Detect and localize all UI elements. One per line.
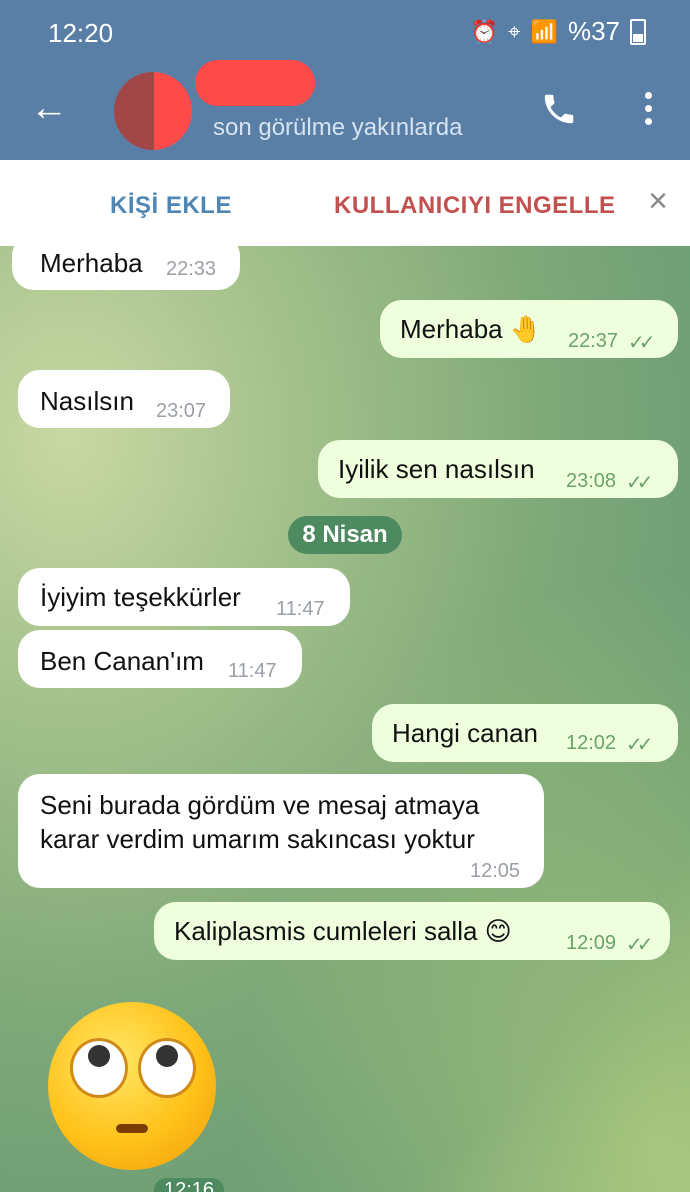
message-bubble-in[interactable]: İyiyim teşekkürler 11:47 xyxy=(18,568,350,626)
wifi-icon: 📶 xyxy=(530,18,558,44)
contact-action-bar: KİŞİ EKLE KULLANICIYI ENGELLE × xyxy=(0,160,690,247)
read-ticks-icon: ✓✓ xyxy=(626,934,653,956)
eye-roll-emoji-sticker[interactable] xyxy=(48,1002,216,1170)
message-text: Seni burada gördüm ve mesaj atmaya xyxy=(40,790,480,820)
battery-percent: %37 xyxy=(567,16,620,46)
message-time: 11:47 xyxy=(228,660,277,682)
message-time: 12:09 xyxy=(566,932,617,954)
battery-icon xyxy=(630,18,646,45)
message-text: Hangi canan xyxy=(392,718,538,748)
message-bubble-out[interactable]: Iyilik sen nasılsın 23:08 ✓✓ xyxy=(318,440,678,498)
message-text: Merhaba 🤚 xyxy=(400,314,543,344)
back-arrow-icon[interactable]: ← xyxy=(30,88,68,128)
message-text: İyiyim teşekkürler xyxy=(40,582,241,612)
message-bubble-in[interactable]: Nasılsın 23:07 xyxy=(18,370,230,428)
location-icon: ⌖ xyxy=(508,18,521,44)
phone-icon[interactable] xyxy=(540,90,578,128)
message-text: Ben Canan'ım xyxy=(40,646,204,676)
message-time: 23:08 xyxy=(566,470,617,492)
date-separator: 8 Nisan xyxy=(288,516,402,554)
chat-area[interactable]: Merhaba 22:33 Merhaba 🤚 22:37 ✓✓ Nasılsı… xyxy=(0,246,690,1192)
emoji-mouth xyxy=(116,1124,148,1133)
emoji-eye-right xyxy=(138,1038,196,1098)
message-text: Kaliplasmis cumleleri salla 😊 xyxy=(174,916,512,946)
message-bubble-out[interactable]: Hangi canan 12:02 ✓✓ xyxy=(372,704,678,762)
message-time: 12:05 xyxy=(470,860,521,882)
message-time: 11:47 xyxy=(276,598,325,620)
message-time: 23:07 xyxy=(156,400,207,422)
message-text: Nasılsın xyxy=(40,386,134,416)
last-seen-status: son görülme yakınlarda xyxy=(213,114,463,141)
message-time: 12:16 xyxy=(154,1178,224,1192)
message-bubble-out[interactable]: Merhaba 🤚 22:37 ✓✓ xyxy=(380,300,678,358)
app-header: 12:20 ⏰ ⌖ 📶 %37 ← son görülme yakınlarda xyxy=(0,0,690,160)
more-options-icon[interactable] xyxy=(642,92,654,126)
message-text: Merhaba xyxy=(40,248,143,278)
read-ticks-icon: ✓✓ xyxy=(628,332,655,354)
message-bubble-in[interactable]: Seni burada gördüm ve mesaj atmaya karar… xyxy=(18,774,544,888)
close-icon[interactable]: × xyxy=(648,182,668,221)
alarm-icon: ⏰ xyxy=(470,18,499,44)
status-icons: ⏰ ⌖ 📶 %37 xyxy=(471,16,646,47)
status-time: 12:20 xyxy=(48,18,114,48)
message-bubble-out[interactable]: Kaliplasmis cumleleri salla 😊 12:09 ✓✓ xyxy=(154,902,670,960)
message-time: 12:02 xyxy=(566,732,617,754)
emoji-eye-left xyxy=(70,1038,128,1098)
message-time: 22:37 xyxy=(568,330,619,352)
read-ticks-icon: ✓✓ xyxy=(626,472,653,494)
message-text-line2: karar verdim umarım sakıncası yoktur xyxy=(40,824,475,854)
read-ticks-icon: ✓✓ xyxy=(626,734,653,756)
message-bubble-in[interactable]: Merhaba 22:33 xyxy=(12,246,240,290)
contact-name-redacted[interactable] xyxy=(195,60,315,106)
message-text: Iyilik sen nasılsın xyxy=(338,454,535,484)
message-bubble-in[interactable]: Ben Canan'ım 11:47 xyxy=(18,630,302,688)
block-user-button[interactable]: KULLANICIYI ENGELLE xyxy=(334,192,616,220)
message-time: 22:33 xyxy=(166,258,217,280)
add-contact-button[interactable]: KİŞİ EKLE xyxy=(110,192,232,220)
avatar[interactable] xyxy=(114,72,192,150)
